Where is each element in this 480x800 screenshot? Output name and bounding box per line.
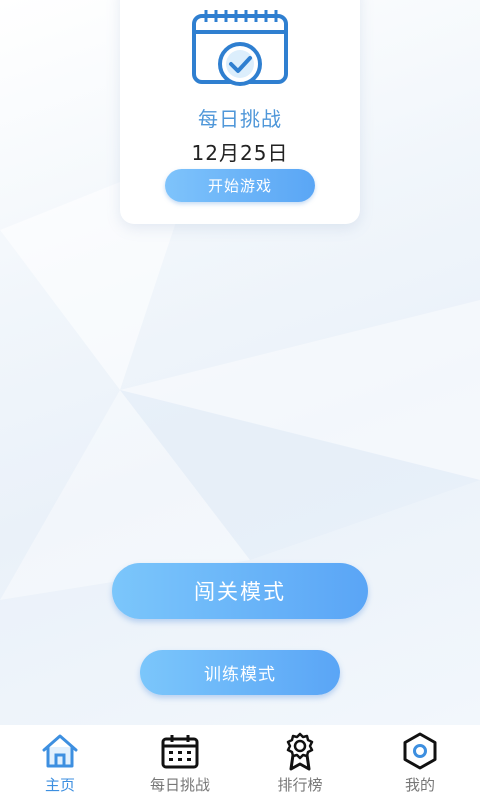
- calendar-check-icon: [192, 10, 288, 86]
- daily-challenge-date: 12月25日: [191, 141, 289, 165]
- ribbon-badge-icon: [286, 732, 314, 771]
- tab-profile-label: 我的: [404, 776, 435, 794]
- tab-home-label: 主页: [44, 776, 75, 794]
- tab-home[interactable]: 主页: [0, 725, 120, 800]
- bottom-tab-bar: 主页 每日挑战 排行榜 我的: [0, 725, 480, 800]
- tab-profile[interactable]: 我的: [360, 725, 480, 800]
- daily-challenge-title: 每日挑战: [198, 107, 282, 131]
- home-icon: [42, 734, 78, 768]
- training-mode-button[interactable]: 训练模式: [140, 650, 340, 695]
- hexagon-icon: [403, 732, 437, 770]
- tab-daily-challenge-label: 每日挑战: [149, 776, 210, 794]
- tab-daily-challenge[interactable]: 每日挑战: [120, 725, 240, 800]
- daily-challenge-card[interactable]: 每日挑战 12月25日 开始游戏: [120, 0, 360, 224]
- tab-leaderboard-label: 排行榜: [277, 776, 323, 794]
- tab-leaderboard[interactable]: 排行榜: [240, 725, 360, 800]
- calendar-icon: [161, 735, 199, 769]
- level-mode-button[interactable]: 闯关模式: [112, 563, 368, 619]
- start-game-button[interactable]: 开始游戏: [165, 169, 315, 202]
